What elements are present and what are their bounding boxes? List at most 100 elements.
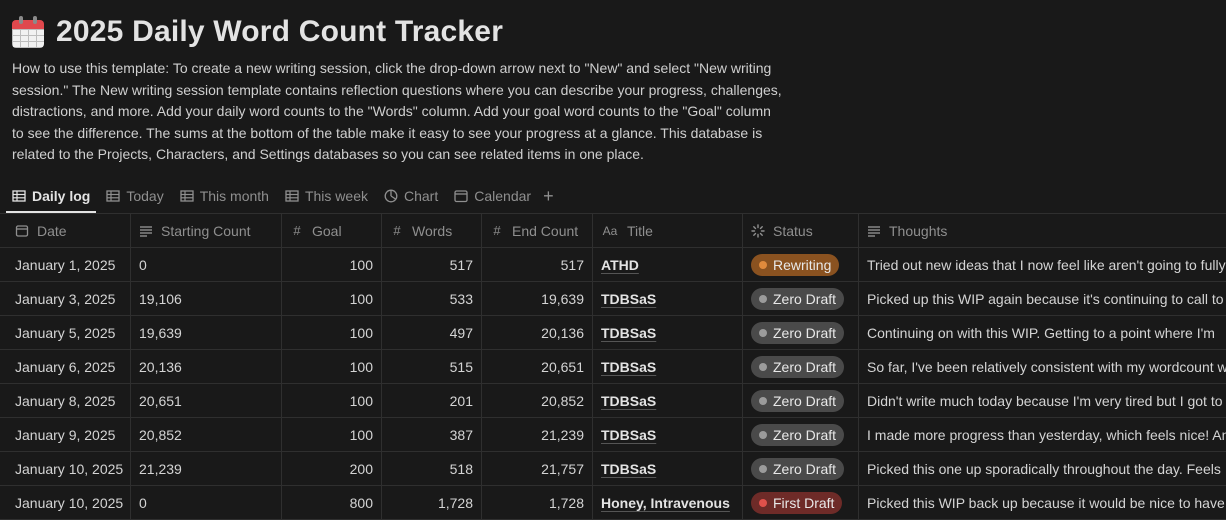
- thoughts-cell[interactable]: Continuing on with this WIP. Getting to …: [859, 316, 1226, 349]
- thoughts-cell[interactable]: Picked this one up sporadically througho…: [859, 452, 1226, 485]
- table-row[interactable]: January 9, 2025 20,852 100 387 21,239 TDBSaS Z…: [0, 418, 1226, 452]
- title-link[interactable]: TDBSaS: [601, 325, 656, 341]
- title-cell[interactable]: ATHD: [593, 248, 743, 281]
- tab-calendar[interactable]: Calendar: [454, 180, 531, 212]
- end-count-cell[interactable]: 21,757: [482, 452, 593, 485]
- calendar-icon[interactable]: [12, 16, 44, 48]
- words-cell[interactable]: 387: [382, 418, 482, 451]
- goal-cell[interactable]: 100: [282, 350, 382, 383]
- page-description[interactable]: How to use this template: To create a ne…: [12, 58, 782, 166]
- page-title[interactable]: 2025 Daily Word Count Tracker: [56, 15, 503, 49]
- table-row[interactable]: January 8, 2025 20,651 100 201 20,852 TDBSaS Z…: [0, 384, 1226, 418]
- title-link[interactable]: TDBSaS: [601, 393, 656, 409]
- column-header-title[interactable]: Aa Title: [593, 214, 743, 247]
- date-cell[interactable]: January 10, 2025: [0, 452, 131, 485]
- status-badge[interactable]: Rewriting: [751, 253, 840, 276]
- tab-today[interactable]: Today: [106, 180, 164, 212]
- status-badge[interactable]: Zero Draft: [751, 389, 845, 412]
- date-cell[interactable]: January 5, 2025: [0, 316, 131, 349]
- words-cell[interactable]: 518: [382, 452, 482, 485]
- table-row[interactable]: January 6, 2025 20,136 100 515 20,651 TDBSaS Z…: [0, 350, 1226, 384]
- title-link[interactable]: TDBSaS: [601, 427, 656, 443]
- table-row[interactable]: January 10, 2025 0 800 1,728 1,728 Honey, Int…: [0, 486, 1226, 520]
- end-count-cell[interactable]: 20,852: [482, 384, 593, 417]
- tab-chart[interactable]: Chart: [384, 180, 438, 212]
- column-header-status[interactable]: Status: [743, 214, 859, 247]
- date-cell[interactable]: January 6, 2025: [0, 350, 131, 383]
- tab-this-month[interactable]: This month: [180, 180, 269, 212]
- table-row[interactable]: January 1, 2025 0 100 517 517 ATHD Rewriting Tr…: [0, 248, 1226, 282]
- goal-cell[interactable]: 100: [282, 316, 382, 349]
- thoughts-cell[interactable]: Picked this WIP back up because it would…: [859, 486, 1226, 519]
- goal-cell[interactable]: 200: [282, 452, 382, 485]
- words-cell[interactable]: 515: [382, 350, 482, 383]
- thoughts-cell[interactable]: So far, I've been relatively consistent …: [859, 350, 1226, 383]
- end-count-cell[interactable]: 19,639: [482, 282, 593, 315]
- status-cell[interactable]: First Draft: [743, 486, 859, 519]
- date-cell[interactable]: January 9, 2025: [0, 418, 131, 451]
- words-cell[interactable]: 517: [382, 248, 482, 281]
- status-cell[interactable]: Zero Draft: [743, 316, 859, 349]
- title-link[interactable]: TDBSaS: [601, 461, 656, 477]
- starting-count-cell[interactable]: 0: [131, 486, 282, 519]
- table-row[interactable]: January 5, 2025 19,639 100 497 20,136 TDBSaS Z…: [0, 316, 1226, 350]
- status-cell[interactable]: Rewriting: [743, 248, 859, 281]
- starting-count-cell[interactable]: 20,136: [131, 350, 282, 383]
- end-count-cell[interactable]: 20,651: [482, 350, 593, 383]
- status-cell[interactable]: Zero Draft: [743, 452, 859, 485]
- goal-cell[interactable]: 100: [282, 282, 382, 315]
- status-badge[interactable]: Zero Draft: [751, 355, 845, 378]
- status-cell[interactable]: Zero Draft: [743, 350, 859, 383]
- thoughts-cell[interactable]: Picked up this WIP again because it's co…: [859, 282, 1226, 315]
- title-cell[interactable]: TDBSaS: [593, 316, 743, 349]
- end-count-cell[interactable]: 517: [482, 248, 593, 281]
- words-cell[interactable]: 497: [382, 316, 482, 349]
- starting-count-cell[interactable]: 21,239: [131, 452, 282, 485]
- status-badge[interactable]: Zero Draft: [751, 287, 845, 310]
- status-badge[interactable]: Zero Draft: [751, 321, 845, 344]
- column-header-thoughts[interactable]: Thoughts: [859, 214, 1226, 247]
- tab-this-week[interactable]: This week: [285, 180, 368, 212]
- column-header-goal[interactable]: # Goal: [282, 214, 382, 247]
- words-cell[interactable]: 1,728: [382, 486, 482, 519]
- title-link[interactable]: TDBSaS: [601, 359, 656, 375]
- column-header-starting-count[interactable]: Starting Count: [131, 214, 282, 247]
- status-cell[interactable]: Zero Draft: [743, 418, 859, 451]
- status-cell[interactable]: Zero Draft: [743, 282, 859, 315]
- title-cell[interactable]: TDBSaS: [593, 452, 743, 485]
- status-badge[interactable]: Zero Draft: [751, 423, 845, 446]
- goal-cell[interactable]: 100: [282, 384, 382, 417]
- table-row[interactable]: January 3, 2025 19,106 100 533 19,639 TDBSaS Z…: [0, 282, 1226, 316]
- add-view-icon[interactable]: +: [543, 186, 554, 207]
- goal-cell[interactable]: 800: [282, 486, 382, 519]
- date-cell[interactable]: January 8, 2025: [0, 384, 131, 417]
- title-link[interactable]: TDBSaS: [601, 291, 656, 307]
- status-badge[interactable]: Zero Draft: [751, 457, 845, 480]
- starting-count-cell[interactable]: 19,639: [131, 316, 282, 349]
- starting-count-cell[interactable]: 0: [131, 248, 282, 281]
- title-link[interactable]: Honey, Intravenous: [601, 495, 730, 511]
- words-cell[interactable]: 201: [382, 384, 482, 417]
- column-header-words[interactable]: # Words: [382, 214, 482, 247]
- starting-count-cell[interactable]: 20,651: [131, 384, 282, 417]
- title-cell[interactable]: TDBSaS: [593, 384, 743, 417]
- date-cell[interactable]: January 3, 2025: [0, 282, 131, 315]
- end-count-cell[interactable]: 20,136: [482, 316, 593, 349]
- status-cell[interactable]: Zero Draft: [743, 384, 859, 417]
- date-cell[interactable]: January 1, 2025: [0, 248, 131, 281]
- column-header-end-count[interactable]: # End Count: [482, 214, 593, 247]
- thoughts-cell[interactable]: I made more progress than yesterday, whi…: [859, 418, 1226, 451]
- table-row[interactable]: January 10, 2025 21,239 200 518 21,757 TDBSaS…: [0, 452, 1226, 486]
- starting-count-cell[interactable]: 19,106: [131, 282, 282, 315]
- title-link[interactable]: ATHD: [601, 257, 639, 273]
- end-count-cell[interactable]: 1,728: [482, 486, 593, 519]
- thoughts-cell[interactable]: Didn't write much today because I'm very…: [859, 384, 1226, 417]
- thoughts-cell[interactable]: Tried out new ideas that I now feel like…: [859, 248, 1226, 281]
- title-cell[interactable]: TDBSaS: [593, 350, 743, 383]
- date-cell[interactable]: January 10, 2025: [0, 486, 131, 519]
- words-cell[interactable]: 533: [382, 282, 482, 315]
- title-cell[interactable]: TDBSaS: [593, 282, 743, 315]
- status-badge[interactable]: First Draft: [751, 491, 843, 514]
- end-count-cell[interactable]: 21,239: [482, 418, 593, 451]
- title-cell[interactable]: Honey, Intravenous: [593, 486, 743, 519]
